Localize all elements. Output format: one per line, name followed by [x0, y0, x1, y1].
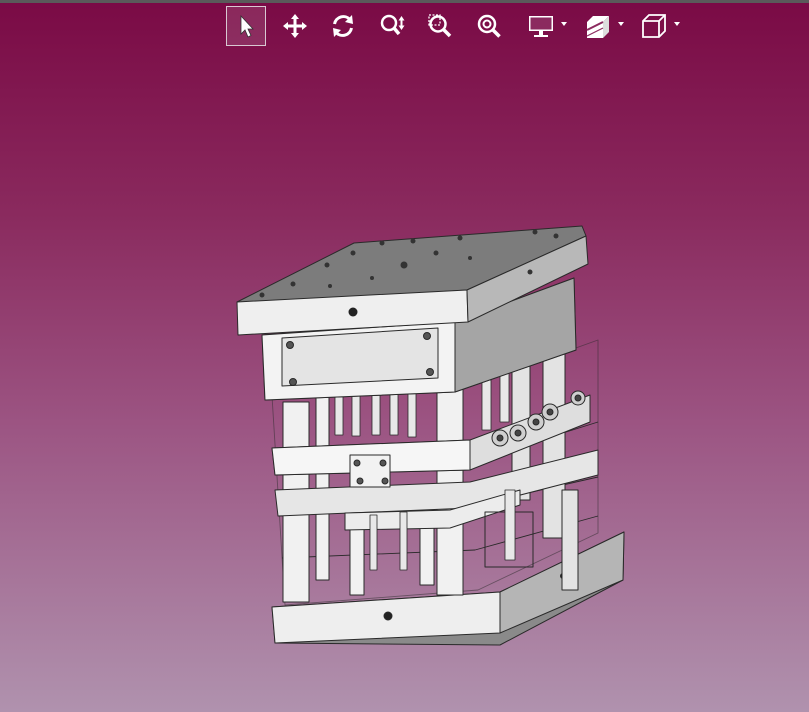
window-top-border [0, 0, 809, 3]
zoom-tool-button[interactable] [372, 6, 412, 46]
monitor-icon [529, 16, 553, 37]
move-icon [282, 14, 307, 38]
section-icon [586, 16, 609, 38]
cube-icon [642, 14, 666, 38]
chevron-down-icon [561, 22, 567, 26]
rotate-icon [333, 15, 353, 37]
display-mode-button[interactable] [517, 6, 567, 46]
rotate-tool-button[interactable] [323, 6, 363, 46]
cad-viewer: { "colors": { "background_top": "#7a0a45… [0, 0, 809, 712]
section-view-button[interactable] [574, 6, 624, 46]
zoom-window-icon [428, 14, 452, 38]
chevron-down-icon [617, 22, 624, 26]
pointer-icon [240, 14, 254, 38]
standard-views-button[interactable] [630, 6, 680, 46]
chevron-down-icon [674, 22, 680, 26]
zoom-fit-tool-button[interactable] [469, 6, 509, 46]
injection-mold-assembly [236, 225, 625, 646]
zoom-fit-icon [477, 14, 501, 38]
3d-viewport[interactable] [0, 50, 809, 712]
view-toolbar [226, 6, 687, 46]
zoom-updown-icon [380, 14, 404, 36]
select-tool-button[interactable] [226, 6, 266, 46]
pan-tool-button[interactable] [275, 6, 315, 46]
zoom-window-tool-button[interactable] [420, 6, 460, 46]
